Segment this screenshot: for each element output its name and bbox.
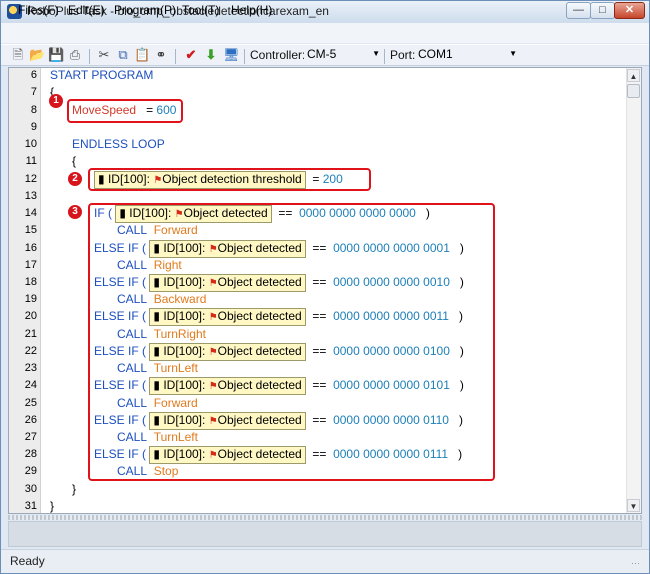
controller-value: CM-5 <box>307 47 337 61</box>
line-number: 27 <box>24 431 37 443</box>
close-button[interactable]: ✕ <box>614 2 645 19</box>
toolbar-separator <box>89 49 90 64</box>
line-number: 20 <box>24 310 37 322</box>
download-icon[interactable]: ⬇ <box>203 47 219 63</box>
line-number: 26 <box>24 414 37 426</box>
controller-label: Controller: <box>250 48 306 62</box>
start-program-keyword[interactable]: START PROGRAM <box>50 67 153 84</box>
chevron-down-icon: ▼ <box>372 49 380 58</box>
line-number: 9 <box>30 121 37 133</box>
callout-badge-2: 2 <box>68 172 82 186</box>
open-brace: { <box>72 154 77 168</box>
callout-badge-3: 3 <box>68 205 82 219</box>
line-number: 6 <box>30 69 37 81</box>
cut-icon[interactable]: ✂ <box>96 47 112 63</box>
menu-edit[interactable]: Edit(E) <box>68 3 105 17</box>
callout-box-2 <box>88 168 371 191</box>
monitor-icon[interactable]: 🖥 <box>223 47 240 63</box>
line-number: 29 <box>24 465 37 477</box>
menu-program[interactable]: Program(P) <box>114 3 176 17</box>
line-number: 21 <box>24 328 37 340</box>
line-number: 11 <box>25 155 37 167</box>
line-number: 22 <box>24 345 37 357</box>
port-label: Port: <box>390 48 416 62</box>
minimize-button[interactable]: — <box>566 2 591 19</box>
menu-bar <box>1 23 649 43</box>
line-number: 17 <box>24 259 37 271</box>
line-number: 18 <box>24 276 37 288</box>
callout-badge-1: 1 <box>49 94 63 108</box>
line-number: 24 <box>24 379 37 391</box>
maximize-button[interactable]: □ <box>590 2 615 19</box>
print-icon[interactable]: ⎙ <box>67 47 83 63</box>
line-number: 25 <box>24 397 37 409</box>
line-number: 31 <box>24 500 37 512</box>
status-bar <box>1 549 649 573</box>
toolbar-separator <box>244 49 245 64</box>
copy-icon[interactable]: ⧉ <box>115 47 131 63</box>
endless-loop-keyword[interactable]: ENDLESS LOOP <box>72 136 165 153</box>
line-number: 14 <box>24 207 37 219</box>
menu-tool[interactable]: Tool(T) <box>182 3 219 17</box>
paste-icon[interactable]: 📋 <box>134 47 150 63</box>
save-icon[interactable]: 💾 <box>48 47 64 63</box>
vertical-scrollbar[interactable] <box>626 68 641 513</box>
line-number: 30 <box>24 483 37 495</box>
check-icon[interactable]: ✔ <box>183 47 199 63</box>
line-number: 10 <box>24 138 37 150</box>
close-brace: } <box>72 482 77 496</box>
scrollbar-thumb[interactable] <box>627 84 640 98</box>
line-number: 28 <box>24 448 37 460</box>
controller-select[interactable]: CM-5 ▼ <box>304 46 382 63</box>
find-icon[interactable]: ⚭ <box>153 47 169 63</box>
line-number: 15 <box>24 224 37 236</box>
line-number: 13 <box>24 190 37 202</box>
close-brace: } <box>50 499 55 513</box>
callout-box-1 <box>67 99 183 123</box>
port-value: COM1 <box>418 47 453 61</box>
callout-box-3 <box>88 203 495 481</box>
scroll-up-arrow-icon[interactable]: ▲ <box>627 69 640 82</box>
output-pane <box>8 521 642 547</box>
toolbar-separator <box>175 49 176 64</box>
line-number: 16 <box>24 242 37 254</box>
line-number: 8 <box>30 104 37 116</box>
line-number: 23 <box>24 362 37 374</box>
resize-grip-icon[interactable]: ⋯ <box>631 558 640 569</box>
status-text: Ready <box>10 554 45 568</box>
splitter-handle[interactable] <box>8 515 642 520</box>
line-number: 19 <box>24 293 37 305</box>
line-number: 7 <box>30 86 37 98</box>
new-file-icon[interactable]: 🗎 <box>10 47 26 63</box>
menu-files[interactable]: Files(F) <box>18 3 59 17</box>
toolbar-separator <box>384 49 385 64</box>
open-folder-icon[interactable]: 📂 <box>29 47 45 63</box>
chevron-down-icon: ▼ <box>509 49 517 58</box>
menu-help[interactable]: Help(H) <box>231 3 272 17</box>
port-select[interactable]: COM1 ▼ <box>415 46 519 63</box>
scroll-down-arrow-icon[interactable]: ▼ <box>627 499 640 512</box>
line-number: 12 <box>24 173 37 185</box>
